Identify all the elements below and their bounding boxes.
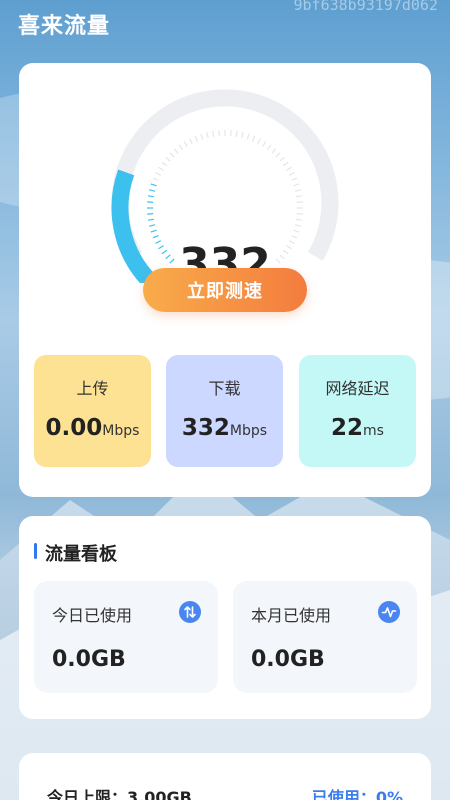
gauge-tick	[235, 130, 238, 137]
gauge-tick	[294, 224, 301, 227]
gauge-tick	[158, 166, 164, 171]
gauge-tick	[288, 172, 295, 176]
gauge-tick	[189, 138, 193, 145]
device-id-watermark: 9bf638b93197d062	[293, 0, 439, 14]
gauge-tick	[178, 144, 184, 151]
gauge-tick	[218, 130, 220, 137]
gauge-tick	[296, 195, 303, 198]
gauge-tick	[150, 183, 157, 187]
gauge-tick	[147, 201, 154, 203]
gauge-tick	[152, 235, 159, 239]
gauge-tick	[147, 218, 154, 221]
upload-stat: 上传 0.00Mbps	[34, 355, 151, 467]
gauge-tick	[206, 132, 209, 139]
gauge-tick	[246, 133, 250, 140]
gauge-tick	[275, 152, 281, 158]
gauge-tick	[147, 195, 154, 198]
download-value: 332	[181, 415, 230, 441]
speed-test-card: 332 立即测速 上传 0.00Mbps 下载 332Mbps 网络延迟 22m…	[19, 63, 431, 497]
download-value-row: 332Mbps	[166, 415, 283, 441]
gauge-tick	[262, 141, 267, 147]
today-limit-label: 今日上限：3.00GB	[47, 788, 192, 800]
gauge-tick	[266, 144, 272, 151]
up-down-arrows-icon	[179, 601, 201, 623]
today-usage-value: 0.0GB	[52, 647, 126, 672]
month-usage-box[interactable]: 本月已使用 0.0GB	[233, 581, 417, 693]
flow-board-card: 流量看板 今日已使用 0.0GB 本月已使用 0.0GB	[19, 516, 431, 719]
gauge-tick	[212, 130, 215, 137]
gauge-tick	[296, 201, 303, 203]
gauge-tick	[293, 183, 300, 187]
latency-unit: ms	[363, 423, 384, 439]
today-usage-box[interactable]: 今日已使用 0.0GB	[34, 581, 218, 693]
gauge-tick	[161, 161, 168, 167]
month-usage-label: 本月已使用	[251, 606, 332, 625]
gauge-tick	[294, 189, 301, 192]
gauge-tick	[150, 229, 157, 233]
today-usage-label: 今日已使用	[52, 606, 133, 625]
gauge-tick	[291, 235, 298, 239]
gauge-tick	[296, 213, 303, 215]
gauge-tick	[183, 141, 188, 147]
gauge-tick	[152, 177, 159, 181]
upload-value-row: 0.00Mbps	[34, 415, 151, 441]
activity-wave-icon	[378, 601, 400, 623]
gauge-tick	[291, 177, 298, 181]
gauge-tick	[252, 135, 256, 142]
gauge-tick	[271, 148, 277, 154]
gauge-tick	[169, 152, 175, 158]
latency-stat: 网络延迟 22ms	[299, 355, 416, 467]
gauge-tick	[165, 156, 171, 162]
gauge-tick	[293, 229, 300, 233]
download-label: 下载	[208, 379, 241, 398]
gauge-tick	[279, 156, 285, 162]
section-accent-bar	[34, 543, 37, 559]
gauge-tick	[286, 166, 292, 171]
gauge-tick	[257, 138, 261, 145]
upload-label: 上传	[76, 379, 109, 398]
gauge-tick	[194, 135, 198, 142]
latency-value: 22	[331, 415, 364, 441]
upload-unit: Mbps	[102, 423, 140, 439]
gauge-tick	[200, 133, 204, 140]
gauge-tick	[173, 148, 179, 154]
latency-label: 网络延迟	[325, 379, 390, 398]
gauge-track	[111, 89, 339, 261]
gauge-tick	[230, 130, 232, 137]
latency-value-row: 22ms	[299, 415, 416, 441]
gauge-tick	[149, 189, 156, 192]
start-speed-test-button[interactable]: 立即测速	[143, 268, 307, 312]
app-title: 喜来流量	[18, 14, 111, 39]
gauge-tick	[296, 218, 303, 221]
gauge-tick	[147, 213, 154, 215]
upload-value: 0.00	[45, 415, 103, 441]
daily-limit-card: 今日上限：3.00GB 已使用：0%	[19, 753, 431, 800]
flow-board-title: 流量看板	[45, 544, 117, 565]
used-percent-label: 已使用：0%	[311, 788, 403, 800]
download-stat: 下载 332Mbps	[166, 355, 283, 467]
gauge-tick	[149, 224, 156, 227]
month-usage-value: 0.0GB	[251, 647, 325, 672]
download-unit: Mbps	[229, 423, 268, 439]
gauge-tick	[282, 161, 289, 167]
gauge-tick	[241, 132, 244, 139]
gauge-tick	[155, 172, 162, 176]
